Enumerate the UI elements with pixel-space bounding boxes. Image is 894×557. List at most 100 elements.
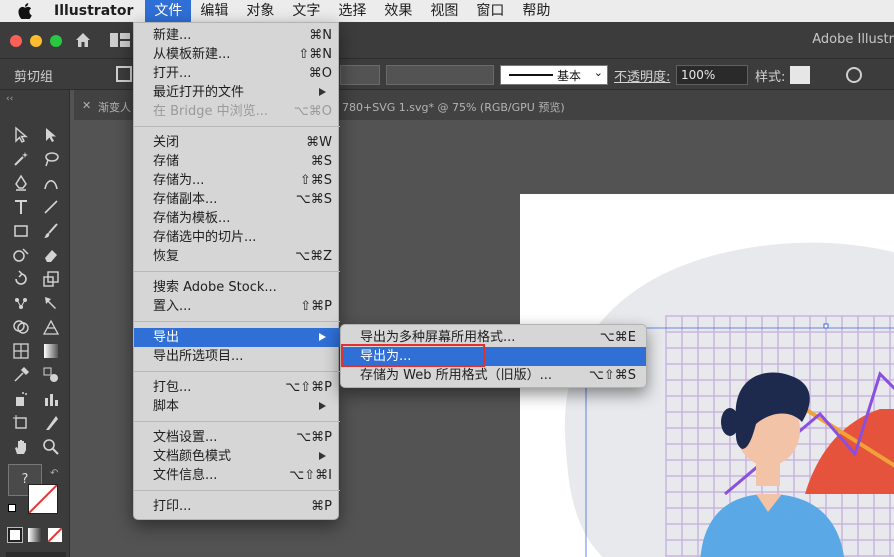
gradient-tool-icon[interactable] xyxy=(40,340,62,362)
menu-item-print[interactable]: 打印... ⌘P xyxy=(134,497,340,516)
tab-label[interactable]: 渐变人 xyxy=(98,99,131,115)
opacity-input[interactable]: 100% xyxy=(676,65,748,85)
slice-tool-icon[interactable] xyxy=(40,412,62,434)
variable-width-dropdown[interactable] xyxy=(386,65,494,85)
menu-item-export[interactable]: 导出 xyxy=(134,328,340,347)
menu-separator xyxy=(134,271,340,272)
minimize-window-button[interactable] xyxy=(30,35,42,47)
line-tool-icon[interactable] xyxy=(40,196,62,218)
menu-object[interactable]: 对象 xyxy=(237,0,283,22)
artboard-tool-icon[interactable] xyxy=(10,412,32,434)
paintbrush-tool-icon[interactable] xyxy=(40,220,62,242)
rectangle-tool-icon[interactable] xyxy=(10,220,32,242)
submenu-arrow-icon xyxy=(319,333,326,341)
submenu-arrow-icon xyxy=(319,402,326,410)
menu-view[interactable]: 视图 xyxy=(421,0,467,22)
menu-item-file-info[interactable]: 文件信息... ⌥⇧⌘I xyxy=(134,466,340,485)
brush-definition-dropdown[interactable]: 基本 ⌄ xyxy=(500,65,608,85)
stroke-style-label: 基本 xyxy=(557,69,582,83)
draw-mode-row xyxy=(6,552,66,557)
menu-edit[interactable]: 编辑 xyxy=(191,0,237,22)
color-mode-icon[interactable] xyxy=(7,527,23,543)
selection-tool-icon[interactable] xyxy=(10,124,32,146)
menu-separator xyxy=(134,490,340,491)
file-menu: 新建... ⌘N 从模板新建... ⇧⌘N 打开... ⌘O 最近打开的文件 在 Br… xyxy=(133,22,340,520)
default-colors-icon[interactable] xyxy=(8,504,16,512)
menu-item-new[interactable]: 新建... ⌘N xyxy=(134,26,340,45)
menu-window[interactable]: 窗口 xyxy=(467,0,513,22)
menu-item-open-recent[interactable]: 最近打开的文件 xyxy=(134,83,340,102)
type-tool-icon[interactable] xyxy=(10,196,32,218)
tools-panel: ‹‹ ? ↶ xyxy=(0,90,70,557)
close-tab-icon[interactable]: ✕ xyxy=(82,99,91,112)
swap-colors-icon[interactable]: ↶ xyxy=(50,468,58,479)
menu-item-document-setup[interactable]: 文档设置... ⌥⌘P xyxy=(134,428,340,447)
lasso-tool-icon[interactable] xyxy=(40,148,62,170)
stroke-preview xyxy=(509,74,553,76)
menu-item-document-color-mode[interactable]: 文档颜色模式 xyxy=(134,447,340,466)
gradient-mode-icon[interactable] xyxy=(28,528,42,542)
pen-tool-icon[interactable] xyxy=(10,172,32,194)
home-icon[interactable] xyxy=(74,31,92,53)
direct-selection-tool-icon[interactable] xyxy=(40,124,62,146)
none-mode-icon[interactable] xyxy=(47,527,63,543)
menu-item-save[interactable]: 存储 ⌘S xyxy=(134,152,340,171)
submenu-arrow-icon xyxy=(319,452,326,460)
menu-item-search-adobe-stock[interactable]: 搜索 Adobe Stock... xyxy=(134,278,340,297)
menu-item-save-copy[interactable]: 存储副本... ⌥⌘S xyxy=(134,190,340,209)
menu-item-revert[interactable]: 恢复 ⌥⌘Z xyxy=(134,247,340,266)
menu-type[interactable]: 文字 xyxy=(283,0,329,22)
menu-item-package[interactable]: 打包... ⌥⇧⌘P xyxy=(134,378,340,397)
menu-item-browse-in-bridge[interactable]: 在 Bridge 中浏览... ⌥⌘O xyxy=(134,102,340,121)
menu-item-close[interactable]: 关闭 ⌘W xyxy=(134,133,340,152)
free-transform-tool-icon[interactable] xyxy=(40,292,62,314)
column-graph-tool-icon[interactable] xyxy=(40,388,62,410)
apple-icon[interactable] xyxy=(18,3,44,19)
menu-file[interactable]: 文件 xyxy=(145,0,192,22)
style-label: 样式: xyxy=(755,70,786,85)
menu-item-save-for-web-legacy[interactable]: 存储为 Web 所用格式（旧版）... ⌥⇧⌘S xyxy=(341,366,646,385)
workspace-layout-icon[interactable] xyxy=(110,33,130,51)
menu-item-scripts[interactable]: 脚本 xyxy=(134,397,340,416)
eyedropper-tool-icon[interactable] xyxy=(10,364,32,386)
menu-help[interactable]: 帮助 xyxy=(513,0,559,22)
menu-item-export-selection[interactable]: 导出所选项目... xyxy=(134,347,340,366)
menu-item-save-as[interactable]: 存储为... ⇧⌘S xyxy=(134,171,340,190)
zoom-window-button[interactable] xyxy=(50,35,62,47)
app-name[interactable]: Illustrator xyxy=(54,3,133,19)
blend-tool-icon[interactable] xyxy=(40,364,62,386)
curvature-tool-icon[interactable] xyxy=(40,172,62,194)
menu-item-save-as-template[interactable]: 存储为模板... xyxy=(134,209,340,228)
opacity-label[interactable]: 不透明度: xyxy=(614,66,670,85)
shape-builder-tool-icon[interactable] xyxy=(10,316,32,338)
menu-item-save-selected-slices[interactable]: 存储选中的切片... xyxy=(134,228,340,247)
menu-separator xyxy=(134,321,340,322)
tab-document-title[interactable]: 780+SVG 1.svg* @ 75% (RGB/GPU 预览) xyxy=(342,99,565,115)
menu-item-new-from-template[interactable]: 从模板新建... ⇧⌘N xyxy=(134,45,340,64)
transform-icon[interactable] xyxy=(116,66,132,82)
annotation-highlight-box xyxy=(341,344,485,367)
menu-item-open[interactable]: 打开... ⌘O xyxy=(134,64,340,83)
mesh-tool-icon[interactable] xyxy=(10,340,32,362)
zoom-tool-icon[interactable] xyxy=(40,436,62,458)
close-window-button[interactable] xyxy=(10,35,22,47)
scale-tool-icon[interactable] xyxy=(40,268,62,290)
shaper-tool-icon[interactable] xyxy=(10,244,32,266)
stroke-weight-dropdown[interactable] xyxy=(340,65,380,85)
menu-item-place[interactable]: 置入... ⇧⌘P xyxy=(134,297,340,316)
hand-tool-icon[interactable] xyxy=(10,436,32,458)
graphic-style-swatch[interactable] xyxy=(790,66,810,84)
eraser-tool-icon[interactable] xyxy=(40,244,62,266)
app-title: Adobe Illustr xyxy=(812,32,894,47)
puppet-warp-tool-icon[interactable] xyxy=(10,292,32,314)
rotate-tool-icon[interactable] xyxy=(10,268,32,290)
fill-swatch[interactable] xyxy=(28,484,58,514)
magic-wand-tool-icon[interactable] xyxy=(10,148,32,170)
recolor-artwork-icon[interactable] xyxy=(846,67,862,83)
symbol-sprayer-tool-icon[interactable] xyxy=(10,388,32,410)
collapse-panel-icon[interactable]: ‹‹ xyxy=(6,94,13,104)
menu-select[interactable]: 选择 xyxy=(329,0,375,22)
menu-separator xyxy=(134,421,340,422)
perspective-grid-tool-icon[interactable] xyxy=(40,316,62,338)
menu-effect[interactable]: 效果 xyxy=(375,0,421,22)
